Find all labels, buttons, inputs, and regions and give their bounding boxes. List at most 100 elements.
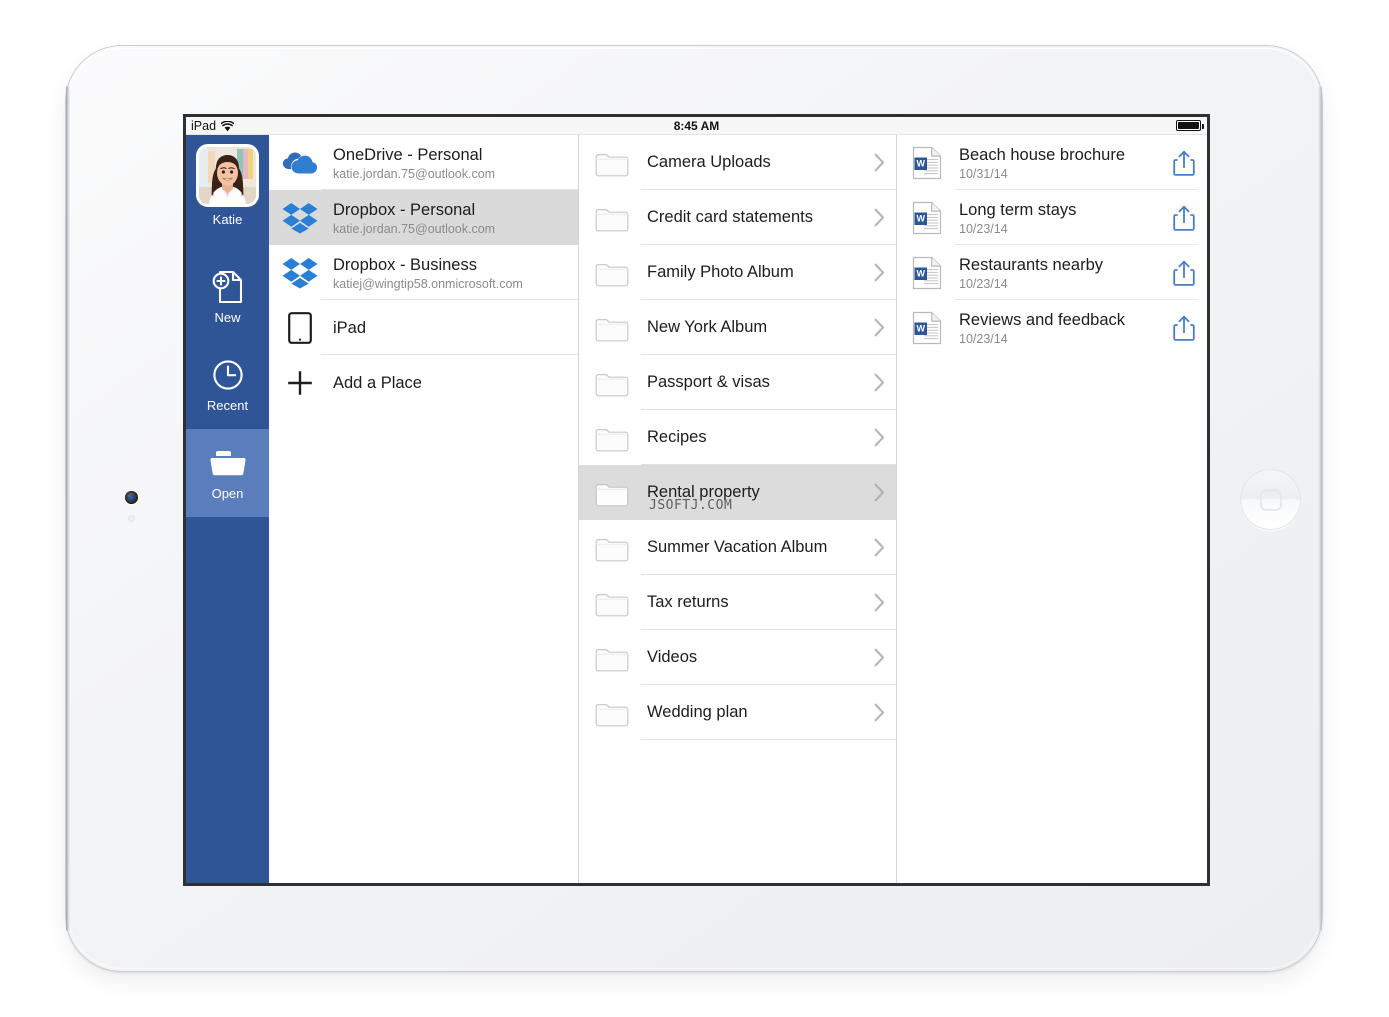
file-text: Long term stays 10/23/14 xyxy=(959,199,1147,236)
ipad-screen: iPad 8:45 AM Katie New Recent Open OneDr… xyxy=(183,114,1210,886)
new-document-icon xyxy=(212,270,244,304)
svg-text:W: W xyxy=(917,268,926,278)
rail-item-label: New xyxy=(214,309,241,325)
row-divider xyxy=(641,739,896,740)
folder-row[interactable]: Family Photo Album xyxy=(579,245,896,300)
svg-text:W: W xyxy=(917,323,926,333)
place-text: OneDrive - Personal katie.jordan.75@outl… xyxy=(333,143,578,182)
place-subtitle: katie.jordan.75@outlook.com xyxy=(333,166,496,181)
app-body: Katie New Recent Open OneDrive - Persona… xyxy=(186,135,1207,883)
folder-outline-icon xyxy=(593,259,631,287)
place-title: Add a Place xyxy=(333,374,422,393)
folder-name: New York Album xyxy=(647,318,768,336)
files-pane: W Beach house brochure 10/31/14 W Long t… xyxy=(897,135,1207,883)
device-edge-right xyxy=(1318,86,1322,931)
chevron-right-icon xyxy=(862,483,896,502)
folder-row[interactable]: Tax returns xyxy=(579,575,896,630)
share-icon[interactable] xyxy=(1161,315,1207,341)
status-bar: iPad 8:45 AM xyxy=(186,117,1207,135)
file-row[interactable]: W Beach house brochure 10/31/14 xyxy=(897,135,1207,190)
folder-row[interactable]: Passport & visas xyxy=(579,355,896,410)
folder-outline-icon xyxy=(593,479,631,507)
home-button[interactable] xyxy=(1240,469,1301,530)
share-icon[interactable] xyxy=(1161,260,1207,286)
chevron-right-icon xyxy=(862,428,896,447)
folder-name: Camera Uploads xyxy=(647,153,771,171)
file-row[interactable]: W Long term stays 10/23/14 xyxy=(897,190,1207,245)
file-title: Reviews and feedback xyxy=(959,311,1126,330)
chevron-right-icon xyxy=(862,648,896,667)
folder-outline-icon xyxy=(593,424,631,452)
home-button-square-icon xyxy=(1259,488,1282,511)
folder-name: Credit card statements xyxy=(647,208,813,226)
file-row[interactable]: W Reviews and feedback 10/23/14 xyxy=(897,300,1207,355)
folder-row[interactable]: Summer Vacation Album xyxy=(579,520,896,575)
folder-name: Family Photo Album xyxy=(647,263,794,281)
chevron-right-icon xyxy=(862,373,896,392)
chevron-right-icon xyxy=(862,538,896,557)
word-document-icon: W xyxy=(909,201,945,235)
folder-outline-icon xyxy=(593,589,631,617)
word-document-icon: W xyxy=(909,256,945,290)
rail-item-new[interactable]: New xyxy=(186,253,269,341)
file-date: 10/23/14 xyxy=(959,276,1008,291)
svg-text:W: W xyxy=(917,158,926,168)
place-text: iPad xyxy=(333,316,578,338)
chevron-right-icon xyxy=(862,208,896,227)
folder-name: Recipes xyxy=(647,428,707,446)
dropbox-icon xyxy=(281,256,319,290)
profile-name: Katie xyxy=(212,212,243,227)
file-title: Long term stays xyxy=(959,201,1077,220)
file-row[interactable]: W Restaurants nearby 10/23/14 xyxy=(897,245,1207,300)
device-edge-left xyxy=(66,86,70,931)
folder-row[interactable]: New York Album xyxy=(579,300,896,355)
folder-outline-icon xyxy=(593,644,631,672)
place-subtitle: katie.jordan.75@outlook.com xyxy=(333,221,496,236)
status-bar-right xyxy=(1176,120,1204,131)
rail-item-label: Recent xyxy=(206,397,249,413)
battery-full-icon xyxy=(1176,120,1204,131)
folder-row[interactable]: Recipes xyxy=(579,410,896,465)
screenshot-root: iPad 8:45 AM Katie New Recent Open OneDr… xyxy=(0,0,1389,1017)
word-document-icon: W xyxy=(909,311,945,345)
share-icon[interactable] xyxy=(1161,205,1207,231)
folder-outline-icon xyxy=(593,369,631,397)
folder-outline-icon xyxy=(593,149,631,177)
folder-row[interactable]: Credit card statements xyxy=(579,190,896,245)
onedrive-icon xyxy=(281,149,319,177)
navigation-rail: Katie New Recent Open xyxy=(186,135,269,883)
profile-block[interactable]: Katie xyxy=(199,135,256,227)
file-text: Beach house brochure 10/31/14 xyxy=(959,144,1147,181)
share-icon[interactable] xyxy=(1161,150,1207,176)
place-row-add-a-place[interactable]: Add a Place xyxy=(269,355,578,410)
place-row-dropbox-personal[interactable]: Dropbox - Personal katie.jordan.75@outlo… xyxy=(269,190,578,245)
place-row-dropbox-business[interactable]: Dropbox - Business katiej@wingtip58.onmi… xyxy=(269,245,578,300)
folder-name-wrapper: Rental property JSOFTJ.COM xyxy=(647,483,846,513)
folder-row[interactable]: Camera Uploads xyxy=(579,135,896,190)
file-title: Beach house brochure xyxy=(959,146,1126,165)
rail-item-open[interactable]: Open xyxy=(186,429,269,517)
ipad-device-icon xyxy=(281,311,319,344)
folder-name: Tax returns xyxy=(647,593,729,611)
front-camera-icon xyxy=(125,491,138,504)
chevron-right-icon xyxy=(862,703,896,722)
rail-item-recent[interactable]: Recent xyxy=(186,341,269,429)
avatar xyxy=(199,147,256,204)
watermark-text: JSOFTJ.COM xyxy=(649,498,733,513)
folders-pane: Camera Uploads Credit card statements Fa… xyxy=(579,135,897,883)
place-subtitle: katiej@wingtip58.onmicrosoft.com xyxy=(333,276,523,291)
chevron-right-icon xyxy=(862,318,896,337)
place-row-ipad[interactable]: iPad xyxy=(269,300,578,355)
folder-row-selected[interactable]: Rental property JSOFTJ.COM xyxy=(579,465,896,520)
file-date: 10/31/14 xyxy=(959,166,1008,181)
folder-row[interactable]: Videos xyxy=(579,630,896,685)
folder-icon xyxy=(208,446,248,480)
file-date: 10/23/14 xyxy=(959,221,1008,236)
clock-icon xyxy=(212,358,244,392)
folder-row[interactable]: Wedding plan xyxy=(579,685,896,740)
place-row-onedrive-personal[interactable]: OneDrive - Personal katie.jordan.75@outl… xyxy=(269,135,578,190)
file-text: Reviews and feedback 10/23/14 xyxy=(959,309,1147,346)
microphone-icon xyxy=(128,515,135,522)
place-title: Dropbox - Personal xyxy=(333,200,476,219)
plus-icon xyxy=(281,370,319,396)
